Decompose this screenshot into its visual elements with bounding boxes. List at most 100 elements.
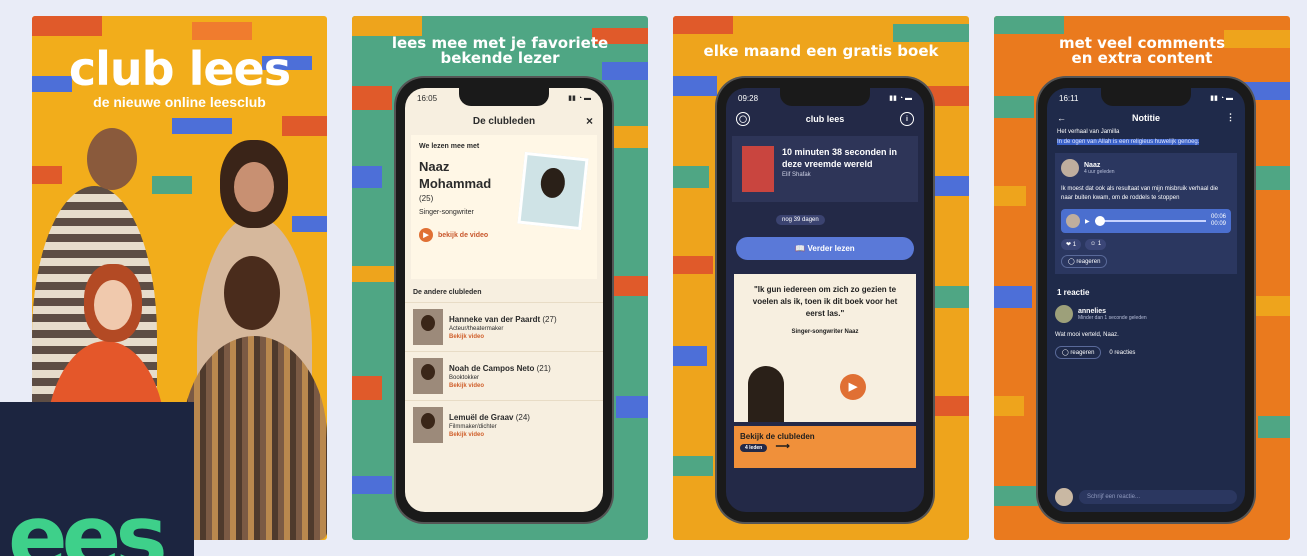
status-time: 09:28 (738, 93, 759, 103)
other-members-title: De andere clubleden (413, 289, 482, 296)
panel-headline: lees mee met je favoriete bekende lezer (352, 36, 648, 66)
promo-panel-free-book: elke maand een gratis boek 09:28 ▮▮ ◔ ▬ ◯… (673, 16, 969, 540)
heart-reaction-button[interactable]: ❤ 1 (1061, 239, 1082, 250)
member-row[interactable]: Lemuël de Graav (24) Filmmaker/dichter B… (405, 400, 603, 449)
phone-mockup: 09:28 ▮▮ ◔ ▬ ◯ club lees i 10 minuten 38 … (717, 78, 933, 522)
close-icon[interactable]: × (586, 114, 593, 128)
back-arrow-icon[interactable]: ← (1057, 113, 1066, 123)
play-icon[interactable]: ▶ (1085, 218, 1090, 225)
avatar (1066, 214, 1080, 228)
panel-headline: met veel comments en extra content (994, 36, 1290, 66)
more-icon[interactable]: ⋮ (1226, 112, 1235, 123)
reply-text: Wat mooi verteld, Naaz. (1055, 332, 1119, 338)
smile-icon: ☺ (1090, 241, 1097, 247)
info-icon[interactable]: i (900, 112, 914, 126)
comment-author: Naaz (1084, 161, 1101, 169)
book-cover (742, 146, 774, 192)
other-reaction-button[interactable]: ☺ 1 (1085, 239, 1107, 250)
reply-reaction-count: 0 reacties (1109, 349, 1136, 356)
quote-card: "Ik gun iedereen om zich zo gezien te vo… (734, 274, 916, 422)
person-head (224, 256, 280, 330)
person-head (87, 128, 137, 190)
audio-track[interactable] (1094, 216, 1206, 226)
signal-icon: ▮▮ ◔ ▬ (889, 95, 912, 102)
heart-count: 1 (1072, 242, 1077, 248)
audio-current-time: 00:06 (1210, 214, 1226, 220)
book-author: Elif Shafak (782, 172, 811, 178)
app-title: club lees (805, 114, 845, 124)
comment-time: 4 uur geleden (1084, 168, 1115, 175)
phone-screen: 16:11 ▮▮ ◔ ▬ ← Notitie ⋮ Het verhaal van … (1047, 88, 1245, 512)
audio-player[interactable]: ▶ 00:06 00:09 (1061, 209, 1231, 233)
play-icon: ▶ (419, 228, 433, 242)
member-video-link[interactable]: Bekijk video (449, 383, 551, 389)
comment-input[interactable]: Schrijf een reactie... (1079, 490, 1237, 504)
member-role: Filmmaker/dichter (449, 423, 497, 430)
reading-with-label: We lezen mee met (419, 143, 480, 150)
avatar (1055, 305, 1073, 323)
headline-line: bekende lezer (440, 49, 560, 67)
member-photo (413, 309, 443, 345)
highlighted-quote: In de ogen van Allah is een religieus hu… (1057, 139, 1200, 145)
avatar (1055, 488, 1073, 506)
quote-text: "Ik gun iedereen om zich zo gezien te vo… (752, 285, 898, 318)
person-head (94, 280, 132, 330)
member-count-badge: 4 leden (740, 444, 768, 452)
member-role: Acteur/theatermaker (449, 325, 504, 332)
other-count: 1 (1097, 241, 1102, 247)
reply-label: reageren (1070, 350, 1095, 356)
book-icon: 📖 (795, 244, 806, 253)
book-title: 10 minuten 38 seconden in deze vreemde w… (782, 147, 898, 169)
member-video-link[interactable]: Bekijk video (449, 334, 557, 340)
member-name: Hanneke van der Paardt (27) (449, 315, 557, 324)
headline-line: elke maand een gratis boek (703, 42, 939, 60)
member-age: (24) (515, 412, 530, 422)
member-row[interactable]: Noah de Campos Neto (21) Booktokker Beki… (405, 351, 603, 400)
panel-headline: elke maand een gratis boek (673, 44, 969, 59)
audio-total-time: 00:09 (1210, 221, 1226, 227)
phone-mockup: 16:11 ▮▮ ◔ ▬ ← Notitie ⋮ Het verhaal van … (1038, 78, 1254, 522)
heart-icon: ❤ (1066, 242, 1072, 248)
profile-icon[interactable]: ◯ (736, 112, 750, 126)
current-book-card[interactable]: 10 minuten 38 seconden in deze vreemde w… (732, 136, 918, 202)
play-icon[interactable]: ▶ (840, 374, 866, 400)
member-row[interactable]: Hanneke van der Paardt (27) Acteur/theat… (405, 302, 603, 351)
featured-reader-card: We lezen mee met Naaz Mohammad (25) Sing… (411, 135, 597, 279)
watch-video-label: bekijk de video (438, 231, 489, 239)
reply-button[interactable]: ◯ reageren (1055, 346, 1102, 359)
view-members-label: Bekijk de clubleden (740, 432, 815, 441)
member-video-link[interactable]: Bekijk video (449, 432, 530, 438)
headline-line: en extra content (1071, 49, 1213, 67)
status-time: 16:05 (417, 93, 438, 103)
status-time: 16:11 (1059, 93, 1079, 103)
club-lees-subtitle: de nieuwe online leesclub (93, 94, 266, 110)
comment-input-bar: Schrijf een reactie... (1055, 488, 1237, 506)
comment-icon: ◯ (1068, 259, 1075, 265)
reply-author: annelies (1078, 307, 1107, 315)
avatar (1061, 159, 1079, 177)
member-photo (413, 407, 443, 443)
watch-video-button[interactable]: ▶ bekijk de video (419, 228, 589, 242)
signal-icon: ▮▮ ◔ ▬ (1210, 95, 1233, 102)
quote-portrait (748, 366, 784, 422)
phone-mockup: 16:05 ▮▮ ◔ ▬ De clubleden × We lezen mee … (396, 78, 612, 522)
audio-knob[interactable] (1094, 216, 1105, 226)
member-role: Booktokker (449, 374, 480, 381)
member-name-text: Hanneke van der Paardt (449, 314, 541, 324)
member-name-text: Lemuël de Graav (449, 412, 514, 422)
promo-panel-favorite-reader: lees mee met je favoriete bekende lezer … (352, 16, 648, 540)
phone-screen: 16:05 ▮▮ ◔ ▬ De clubleden × We lezen mee … (405, 88, 603, 512)
continue-reading-label: Verder lezen (807, 244, 855, 253)
member-age: (21) (536, 363, 551, 373)
view-members-banner[interactable]: Bekijk de clubleden 4 leden ⟶ (734, 426, 916, 468)
continue-reading-button[interactable]: 📖 Verder lezen (736, 237, 914, 260)
person-figure (182, 336, 327, 540)
days-left-badge: nog 39 dagen (776, 215, 825, 225)
member-age: (27) (542, 314, 557, 324)
promo-panel-comments: met veel comments en extra content 16:11… (994, 16, 1290, 540)
comment-text: Ik moest dat ook als resultaat van mijn … (1061, 186, 1219, 201)
reply-button[interactable]: ◯ reageren (1061, 255, 1108, 268)
dialog-title: De clubleden (472, 116, 536, 127)
member-name-text: Noah de Campos Neto (449, 363, 535, 373)
reply-label: reageren (1076, 259, 1101, 265)
